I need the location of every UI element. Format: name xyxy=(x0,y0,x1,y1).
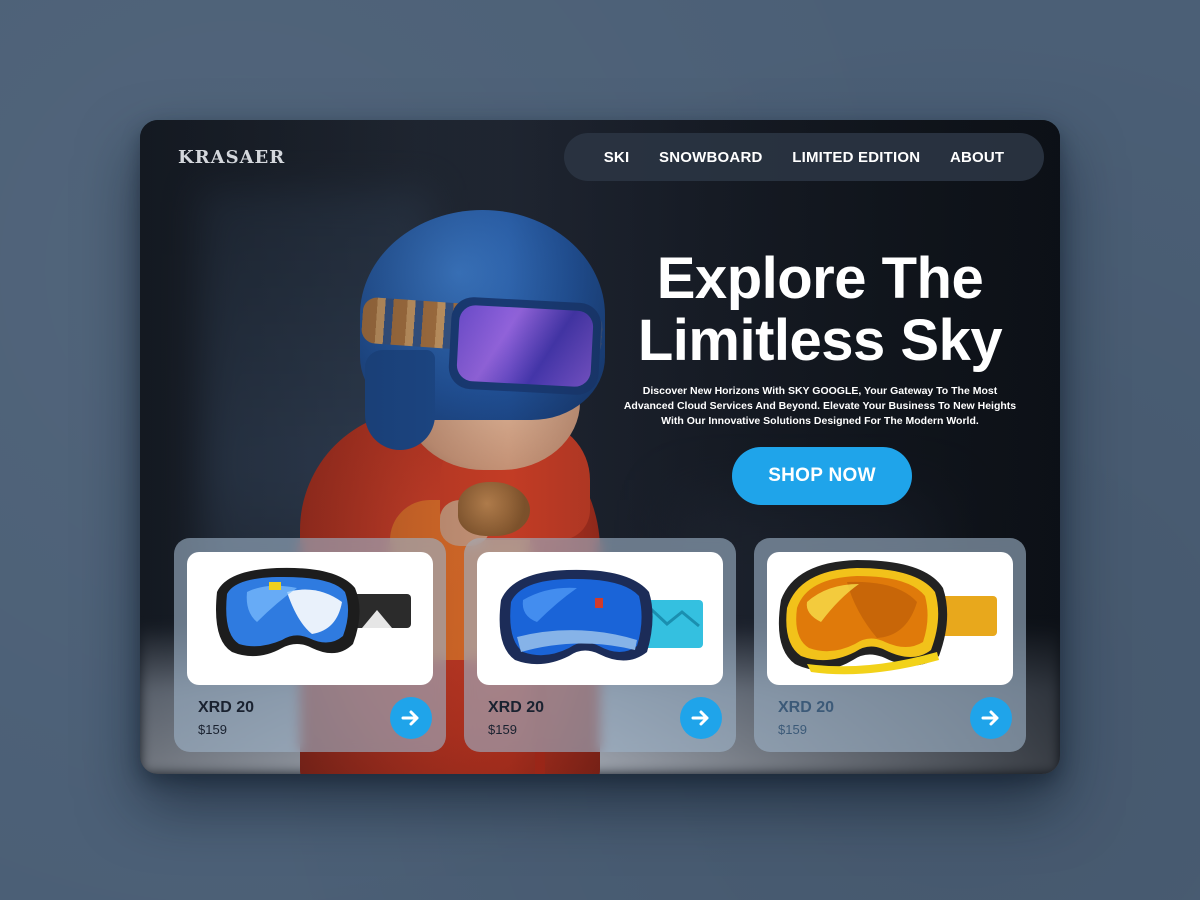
product-card[interactable]: XRD 20 $159 xyxy=(754,538,1026,752)
website-frame: KRASAER SKI SNOWBOARD LIMITED EDITION AB… xyxy=(140,120,1060,774)
product-card[interactable]: XRD 20 $159 xyxy=(464,538,736,752)
goggles-icon xyxy=(216,567,411,657)
product-image-blue-cyan-goggles[interactable] xyxy=(477,552,723,685)
shop-now-button[interactable]: SHOP NOW xyxy=(732,447,912,505)
nav-item-limited-edition[interactable]: LIMITED EDITION xyxy=(792,149,920,166)
arrow-right-icon xyxy=(691,710,709,726)
main-nav: SKI SNOWBOARD LIMITED EDITION ABOUT xyxy=(564,133,1044,181)
product-price: $159 xyxy=(488,722,517,737)
hero-title: Explore The Limitless Sky xyxy=(610,248,1030,372)
product-image-blue-mirror-goggles[interactable] xyxy=(187,552,433,685)
product-arrow-button[interactable] xyxy=(970,697,1012,739)
hero-title-line1: Explore The xyxy=(656,246,984,311)
product-price: $159 xyxy=(778,722,807,737)
product-name: XRD 20 xyxy=(778,699,835,716)
product-arrow-button[interactable] xyxy=(680,697,722,739)
hero-subtitle: Discover New Horizons With SKY GOOGLE, Y… xyxy=(623,385,1017,427)
product-card[interactable]: XRD 20 $159 xyxy=(174,538,446,752)
goggles-icon xyxy=(499,569,703,665)
goggles-icon xyxy=(778,560,997,675)
product-arrow-button[interactable] xyxy=(390,697,432,739)
hero-title-line2: Limitless Sky xyxy=(637,308,1003,373)
product-image-gold-goggles[interactable] xyxy=(767,552,1013,685)
product-name: XRD 20 xyxy=(488,699,545,716)
nav-item-ski[interactable]: SKI xyxy=(604,149,630,166)
brand-logo[interactable]: KRASAER xyxy=(178,147,285,168)
product-price: $159 xyxy=(198,722,227,737)
nav-item-about[interactable]: ABOUT xyxy=(950,149,1004,166)
arrow-right-icon xyxy=(401,710,419,726)
product-name: XRD 20 xyxy=(198,699,255,716)
arrow-right-icon xyxy=(981,710,999,726)
nav-item-snowboard[interactable]: SNOWBOARD xyxy=(659,149,762,166)
